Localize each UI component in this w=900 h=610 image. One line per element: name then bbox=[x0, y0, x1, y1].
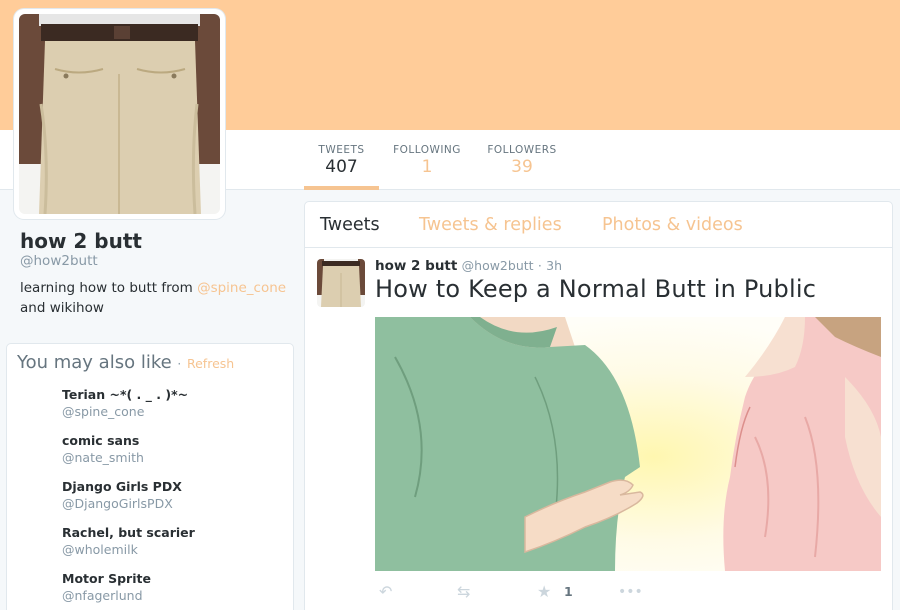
favorite-count: 1 bbox=[564, 584, 573, 599]
suggested-user-handle: @nfagerlund bbox=[62, 588, 143, 603]
tab-photos-and-videos[interactable]: Photos & videos bbox=[602, 215, 743, 235]
suggested-user-handle: @spine_cone bbox=[62, 404, 145, 419]
khaki-pants-photo-icon bbox=[317, 259, 365, 307]
tweet-avatar[interactable] bbox=[317, 259, 365, 307]
tweet-header: how 2 butt @how2butt · 3h bbox=[375, 258, 562, 274]
stat-followers[interactable]: FOLLOWERS 39 bbox=[485, 130, 559, 190]
who-to-follow-separator: · bbox=[177, 357, 182, 371]
stat-followers-label: FOLLOWERS bbox=[487, 144, 557, 156]
refresh-link[interactable]: Refresh bbox=[187, 356, 234, 371]
who-to-follow-heading: You may also like bbox=[17, 352, 172, 373]
tab-tweets[interactable]: Tweets bbox=[320, 215, 380, 235]
reply-icon[interactable]: ↶ bbox=[379, 582, 392, 601]
profile-bio: learning how to butt from @spine_cone an… bbox=[20, 278, 290, 318]
stat-tweets-label: TWEETS bbox=[318, 144, 365, 156]
suggested-user[interactable]: Rachel, but scarier @wholemilk bbox=[62, 525, 195, 557]
wikihow-illustration-icon bbox=[375, 317, 881, 571]
suggested-user[interactable]: Terian ~*( . _ . )*~ @spine_cone bbox=[62, 387, 188, 419]
suggested-user-name: Terian ~*( . _ . )*~ bbox=[62, 387, 189, 402]
timeline-tabs: Tweets Tweets & replies Photos & videos bbox=[305, 202, 892, 248]
suggested-user-name: Rachel, but scarier bbox=[62, 525, 195, 540]
profile-avatar[interactable] bbox=[14, 9, 225, 219]
tweet-media-image[interactable] bbox=[375, 317, 881, 571]
suggested-user-handle: @wholemilk bbox=[62, 542, 138, 557]
stat-following-value: 1 bbox=[421, 157, 433, 177]
retweet-icon[interactable]: ⇆ bbox=[457, 582, 470, 601]
profile-name[interactable]: how 2 butt bbox=[20, 229, 142, 253]
profile-handle[interactable]: @how2butt bbox=[20, 253, 98, 269]
suggested-user-handle: @nate_smith bbox=[62, 450, 144, 465]
stat-tweets[interactable]: TWEETS 407 bbox=[304, 130, 379, 190]
suggested-user[interactable]: Motor Sprite @nfagerlund bbox=[62, 571, 151, 603]
stat-following[interactable]: FOLLOWING 1 bbox=[390, 130, 464, 190]
tweet-author-handle[interactable]: @how2butt bbox=[462, 258, 534, 273]
suggested-user-name: comic sans bbox=[62, 433, 140, 448]
bio-text-start: learning how to butt from bbox=[20, 280, 198, 296]
timeline: Tweets Tweets & replies Photos & videos … bbox=[304, 201, 893, 610]
tab-tweets-and-replies[interactable]: Tweets & replies bbox=[419, 215, 562, 235]
who-to-follow-title: You may also like · Refresh bbox=[17, 352, 234, 373]
tweet-timestamp[interactable]: 3h bbox=[546, 258, 562, 273]
suggested-user-name: Django Girls PDX bbox=[62, 479, 182, 494]
tweet-actions: ↶ ⇆ ★ 1 ••• bbox=[375, 582, 875, 602]
favorite-icon[interactable]: ★ bbox=[537, 582, 551, 601]
stat-followers-value: 39 bbox=[511, 157, 533, 177]
suggested-user[interactable]: comic sans @nate_smith bbox=[62, 433, 144, 465]
bio-mention-link[interactable]: @spine_cone bbox=[197, 280, 286, 296]
active-stat-underline bbox=[304, 186, 379, 190]
tweet-text: How to Keep a Normal Butt in Public bbox=[375, 275, 817, 303]
stat-tweets-value: 407 bbox=[325, 157, 358, 177]
tweet-author-name[interactable]: how 2 butt bbox=[375, 258, 457, 274]
tweet-separator: · bbox=[537, 258, 542, 273]
who-to-follow-module: You may also like · Refresh Terian ~*( .… bbox=[6, 343, 294, 610]
khaki-pants-photo-icon bbox=[19, 14, 220, 214]
more-icon[interactable]: ••• bbox=[618, 584, 643, 600]
suggested-user-handle: @DjangoGirlsPDX bbox=[62, 496, 173, 511]
suggested-user[interactable]: Django Girls PDX @DjangoGirlsPDX bbox=[62, 479, 182, 511]
bio-text-end: and wikihow bbox=[20, 300, 104, 316]
stat-following-label: FOLLOWING bbox=[393, 144, 461, 156]
suggested-user-name: Motor Sprite bbox=[62, 571, 151, 586]
